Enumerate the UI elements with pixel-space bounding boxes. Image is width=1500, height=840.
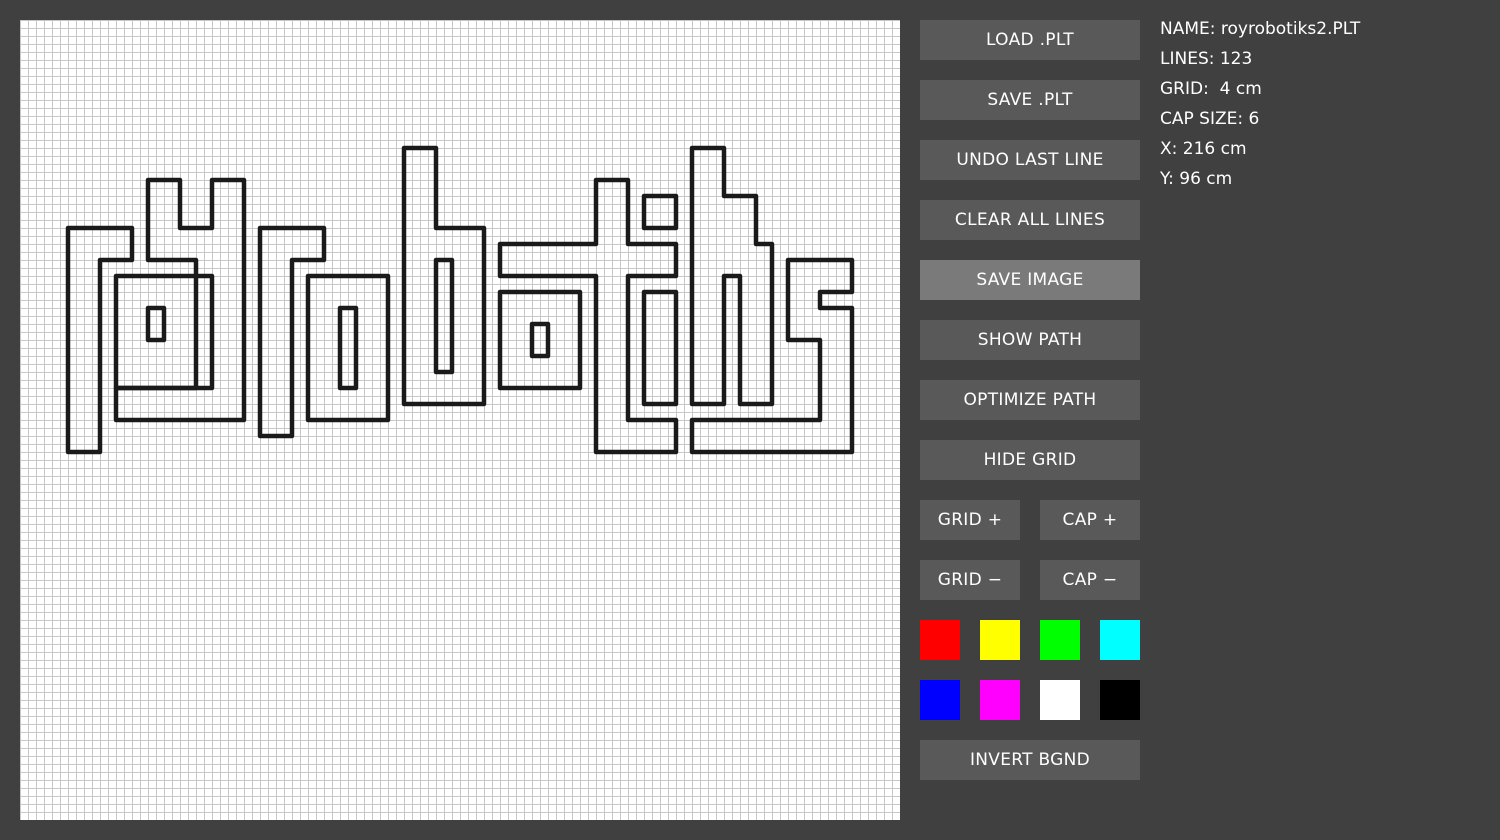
cap-minus-button[interactable]: CAP −	[1040, 560, 1140, 600]
drawing-svg[interactable]	[20, 20, 900, 820]
optimize-path-button[interactable]: OPTIMIZE PATH	[920, 380, 1140, 420]
invert-background-button[interactable]: INVERT BGND	[920, 740, 1140, 780]
grid-plus-button[interactable]: GRID +	[920, 500, 1020, 540]
show-path-button[interactable]: SHOW PATH	[920, 320, 1140, 360]
grid-minus-button[interactable]: GRID −	[920, 560, 1020, 600]
load-plt-button[interactable]: LOAD .PLT	[920, 20, 1140, 60]
color-swatch-cyan[interactable]	[1100, 620, 1140, 660]
color-swatch-white[interactable]	[1040, 680, 1080, 720]
x-coordinate-text: X: 216 cm	[1160, 139, 1247, 159]
color-swatch-magenta[interactable]	[980, 680, 1020, 720]
color-swatch-yellow[interactable]	[980, 620, 1020, 660]
hide-grid-button[interactable]: HIDE GRID	[920, 440, 1140, 480]
line-count-text: LINES: 123	[1160, 49, 1253, 69]
clear-all-lines-button[interactable]: CLEAR ALL LINES	[920, 200, 1140, 240]
grid-size-text: GRID: 4 cm	[1160, 79, 1262, 99]
color-swatch-green[interactable]	[1040, 620, 1080, 660]
y-coordinate-text: Y: 96 cm	[1160, 169, 1233, 189]
color-swatch-blue[interactable]	[920, 680, 960, 720]
drawing-canvas[interactable]	[20, 20, 900, 820]
file-name-text: NAME: royrobotiks2.PLT	[1160, 19, 1361, 39]
color-swatch-black[interactable]	[1100, 680, 1140, 720]
undo-last-line-button[interactable]: UNDO LAST LINE	[920, 140, 1140, 180]
color-swatch-red[interactable]	[920, 620, 960, 660]
save-image-button[interactable]: SAVE IMAGE	[920, 260, 1140, 300]
cap-plus-button[interactable]: CAP +	[1040, 500, 1140, 540]
save-plt-button[interactable]: SAVE .PLT	[920, 80, 1140, 120]
file-info-panel: NAME: royrobotiks2.PLT LINES: 123 GRID: …	[1160, 16, 1360, 196]
cap-size-text: CAP SIZE: 6	[1160, 109, 1260, 129]
